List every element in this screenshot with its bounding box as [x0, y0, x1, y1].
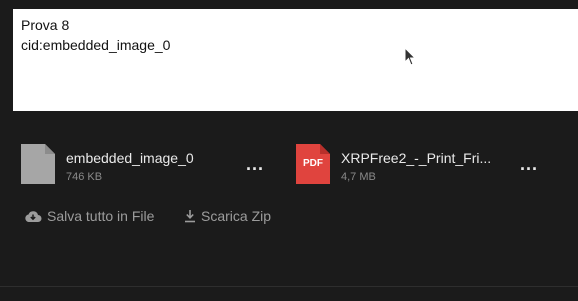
pdf-icon-label: PDF	[303, 158, 323, 169]
message-line-2: cid:embedded_image_0	[21, 37, 171, 53]
cloud-download-icon	[25, 211, 42, 222]
download-icon	[185, 210, 195, 223]
attachment-name: XRPFree2_-_Print_Fri...	[341, 150, 492, 166]
divider	[0, 286, 578, 287]
save-all-button[interactable]: Salva tutto in File	[24, 206, 154, 226]
attachment-more-button[interactable]: ...	[517, 152, 541, 176]
attachment-size: 4,7 MB	[341, 171, 376, 183]
top-strip	[0, 0, 578, 9]
message-body: Prova 8 cid:embedded_image_0	[13, 9, 578, 111]
attachment-item[interactable]: PDF XRPFree2_-_Print_Fri... 4,7 MB	[296, 144, 516, 188]
mouse-cursor-icon	[404, 47, 416, 66]
generic-file-icon	[21, 144, 55, 184]
attachment-item[interactable]: embedded_image_0 746 KB	[21, 144, 271, 188]
save-all-label: Salva tutto in File	[47, 208, 155, 224]
attachment-more-button[interactable]: ...	[243, 152, 267, 176]
download-zip-label: Scarica Zip	[201, 208, 272, 224]
mail-view: Prova 8 cid:embedded_image_0 embedded_im…	[0, 0, 578, 301]
message-line-1: Prova 8	[21, 17, 70, 33]
attachment-size: 746 KB	[66, 171, 103, 183]
download-zip-button[interactable]: Scarica Zip	[184, 206, 271, 226]
attachment-name: embedded_image_0	[66, 150, 194, 166]
